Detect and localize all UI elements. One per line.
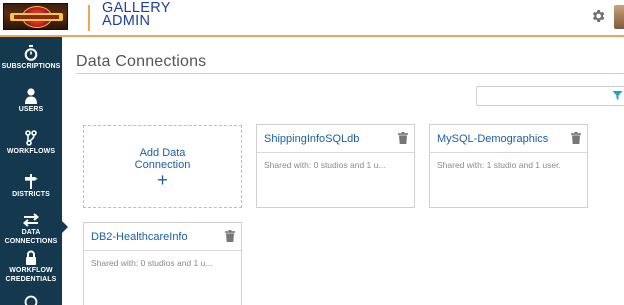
brand-logo[interactable] <box>3 3 68 30</box>
active-indicator <box>62 221 68 233</box>
signpost-icon <box>25 174 38 189</box>
sidebar-item-users[interactable]: USERS <box>0 88 62 115</box>
add-connection-label-line1: Add Data <box>139 147 186 159</box>
connection-card: DB2-HealthcareInfo Shared with: 0 studio… <box>83 222 242 305</box>
filter-icon[interactable] <box>612 90 623 101</box>
clock-icon <box>24 295 38 305</box>
sidebar-item-data-connections[interactable]: DATA CONNECTIONS <box>0 213 62 246</box>
top-header: GALLERY ADMIN <box>0 0 624 37</box>
sidebar: SUBSCRIPTIONS USERS WORKFLOWS DISTRICTS <box>0 37 62 305</box>
sidebar-item-label-line1: DATA <box>21 229 41 236</box>
plus-icon: + <box>157 170 168 190</box>
connection-card: MySQL-Demographics Shared with: 1 studio… <box>429 124 588 208</box>
sidebar-item-subscriptions[interactable]: SUBSCRIPTIONS <box>0 45 62 72</box>
sidebar-item-label-line1: WORKFLOW <box>9 267 53 274</box>
connection-card: ShippingInfoSQLdb Shared with: 0 studios… <box>256 124 415 208</box>
card-header: ShippingInfoSQLdb <box>257 125 414 153</box>
connection-name-link[interactable]: MySQL-Demographics <box>437 133 548 145</box>
sidebar-item-workflow-credentials[interactable]: WORKFLOW CREDENTIALS <box>0 250 62 284</box>
sidebar-item-more[interactable] <box>0 295 62 305</box>
arrows-exchange-icon <box>23 213 39 227</box>
card-header: MySQL-Demographics <box>430 125 587 153</box>
sidebar-item-label: DISTRICTS <box>12 191 50 198</box>
sidebar-item-label: WORKFLOWS <box>6 148 56 155</box>
sidebar-item-districts[interactable]: DISTRICTS <box>0 173 62 200</box>
connection-name-link[interactable]: ShippingInfoSQLdb <box>264 133 359 145</box>
shared-with-text: Shared with: 0 studios and 1 u... <box>91 258 213 268</box>
avatar[interactable] <box>614 5 624 29</box>
user-icon <box>25 88 37 104</box>
sidebar-item-label: USERS <box>18 106 44 113</box>
gear-icon[interactable] <box>590 8 606 24</box>
sidebar-item-label-line2: CONNECTIONS <box>4 237 58 245</box>
shared-with-text: Shared with: 0 studios and 1 u... <box>264 160 386 170</box>
sidebar-item-label: SUBSCRIPTIONS <box>1 63 61 70</box>
add-data-connection-button[interactable]: Add Data Connection + <box>83 125 242 208</box>
stopwatch-icon <box>24 45 38 61</box>
lock-icon <box>26 250 36 265</box>
workflow-branch-icon <box>25 130 37 146</box>
title-divider <box>76 73 624 74</box>
sidebar-item-workflows[interactable]: WORKFLOWS <box>0 130 62 157</box>
connection-name-link[interactable]: DB2-HealthcareInfo <box>91 231 188 243</box>
card-header: DB2-HealthcareInfo <box>84 223 241 251</box>
trash-icon[interactable] <box>571 132 581 144</box>
logo-banner-text <box>14 15 59 19</box>
app-title-line2: ADMIN <box>102 12 151 29</box>
sidebar-item-label-line2: CREDENTIALS <box>5 275 57 283</box>
page-title: Data Connections <box>76 53 207 70</box>
search-input[interactable] <box>477 88 607 107</box>
header-divider <box>88 5 90 31</box>
trash-icon[interactable] <box>225 230 235 242</box>
app-title: GALLERY ADMIN <box>102 1 171 29</box>
shared-with-text: Shared with: 1 studio and 1 user. <box>437 160 561 170</box>
trash-icon[interactable] <box>398 132 408 144</box>
search-box[interactable] <box>476 86 624 107</box>
